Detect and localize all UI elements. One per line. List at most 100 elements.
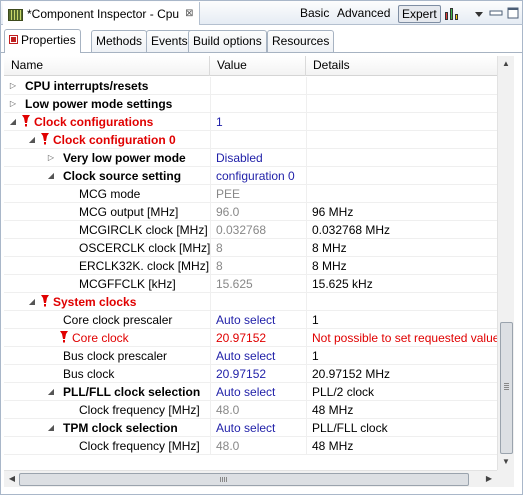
property-name-cell[interactable]: Core clock prescaler xyxy=(4,311,210,328)
tree-row[interactable]: MCGIRCLK clock [MHz] 0.032768 0.032768 MHz xyxy=(4,221,497,239)
vertical-scroll-thumb[interactable] xyxy=(500,322,513,454)
tree-row[interactable]: ◢ System clocks xyxy=(4,293,497,311)
scroll-left-icon[interactable]: ◀ xyxy=(6,473,18,485)
property-name: Bus clock xyxy=(63,367,115,381)
tree-row[interactable]: Clock frequency [MHz] 48.0 48 MHz xyxy=(4,437,497,455)
property-name-cell[interactable]: MCGFFCLK [kHz] xyxy=(4,275,210,292)
property-value[interactable]: 1 xyxy=(210,113,306,130)
bar-chart-icon[interactable] xyxy=(444,5,462,21)
property-name-cell[interactable]: Bus clock xyxy=(4,365,210,382)
property-name-cell[interactable]: Clock frequency [MHz] xyxy=(4,437,210,454)
vertical-scrollbar[interactable]: ▲ ▼ xyxy=(497,56,514,470)
property-name-cell[interactable]: MCGIRCLK clock [MHz] xyxy=(4,221,210,238)
tab-methods[interactable]: Methods xyxy=(91,30,148,52)
mode-basic-button[interactable]: Basic xyxy=(297,5,332,23)
collapsed-arrow-icon[interactable]: ▷ xyxy=(46,149,56,166)
property-value[interactable]: 20.97152 xyxy=(210,365,306,382)
expanded-arrow-icon[interactable]: ◢ xyxy=(8,113,18,130)
property-value[interactable]: Auto select xyxy=(210,311,306,328)
property-name: MCGIRCLK clock [MHz] xyxy=(79,223,208,237)
property-name-cell[interactable]: Core clock xyxy=(4,329,210,346)
tab-build-options[interactable]: Build options xyxy=(188,30,267,52)
horizontal-scrollbar[interactable]: ◀ ▶ xyxy=(4,470,497,487)
property-name-cell[interactable]: ▷ Low power mode settings xyxy=(4,95,210,112)
property-name: MCG mode xyxy=(79,187,141,201)
property-name-cell[interactable]: Bus clock prescaler xyxy=(4,347,210,364)
expanded-arrow-icon[interactable]: ◢ xyxy=(27,131,37,148)
tree-row[interactable]: OSCERCLK clock [MHz] 8 8 MHz xyxy=(4,239,497,257)
property-value[interactable] xyxy=(210,131,306,148)
tree-row[interactable]: Clock frequency [MHz] 48.0 48 MHz xyxy=(4,401,497,419)
tree-row[interactable]: ◢ PLL/FLL clock selection Auto select PLL/2… xyxy=(4,383,497,401)
maximize-icon[interactable] xyxy=(507,7,519,19)
tree-row[interactable]: ◢ TPM clock selection Auto select PLL/FLL c… xyxy=(4,419,497,437)
view-title: *Component Inspector - Cpu xyxy=(27,6,180,21)
tree-row[interactable]: ◢ Clock configurations 1 xyxy=(4,113,497,131)
column-header-details[interactable]: Details xyxy=(306,56,497,76)
column-header-name[interactable]: Name xyxy=(4,56,210,76)
tab-properties[interactable]: Properties xyxy=(4,29,81,53)
property-name-cell[interactable]: ▷ Very low power mode xyxy=(4,149,210,166)
tree-row[interactable]: Core clock prescaler Auto select 1 xyxy=(4,311,497,329)
mode-expert-button[interactable]: Expert xyxy=(398,5,441,23)
tab-events[interactable]: Events xyxy=(146,30,193,52)
tree-row[interactable]: ◢ Clock source setting configuration 0 xyxy=(4,167,497,185)
mode-advanced-button[interactable]: Advanced xyxy=(334,5,393,23)
property-value[interactable]: Auto select xyxy=(210,347,306,364)
property-name-cell[interactable]: ◢ Clock configurations xyxy=(4,113,210,130)
view-menu-icon[interactable] xyxy=(474,8,484,20)
property-value[interactable] xyxy=(210,77,306,94)
expanded-arrow-icon[interactable]: ◢ xyxy=(27,293,37,310)
tree-row[interactable]: ◢ Clock configuration 0 xyxy=(4,131,497,149)
tree-row[interactable]: Bus clock 20.97152 20.97152 MHz xyxy=(4,365,497,383)
tab-label: Build options xyxy=(193,34,262,48)
scroll-up-icon[interactable]: ▲ xyxy=(500,58,512,70)
property-name: ERCLK32K. clock [MHz] xyxy=(79,259,210,273)
view-tab-component-inspector[interactable]: *Component Inspector - Cpu ⊠ xyxy=(3,2,201,25)
property-details: 0.032768 MHz xyxy=(306,221,497,238)
property-value[interactable]: configuration 0 xyxy=(210,167,306,184)
column-header-value[interactable]: Value xyxy=(210,56,306,76)
property-value[interactable] xyxy=(210,293,306,310)
tree-row[interactable]: ERCLK32K. clock [MHz] 8 8 MHz xyxy=(4,257,497,275)
property-value[interactable]: Disabled xyxy=(210,149,306,166)
expanded-arrow-icon[interactable]: ◢ xyxy=(46,167,56,184)
property-name: Bus clock prescaler xyxy=(63,349,168,363)
horizontal-scroll-thumb[interactable] xyxy=(19,473,469,486)
tree-row[interactable]: ▷ Low power mode settings xyxy=(4,95,497,113)
property-value[interactable] xyxy=(210,95,306,112)
property-name-cell[interactable]: MCG mode xyxy=(4,185,210,202)
property-value[interactable]: Auto select xyxy=(210,419,306,436)
minimize-icon[interactable] xyxy=(489,7,503,19)
tab-resources[interactable]: Resources xyxy=(267,30,335,52)
property-name-cell[interactable]: ◢ System clocks xyxy=(4,293,210,310)
collapsed-arrow-icon[interactable]: ▷ xyxy=(8,95,18,112)
collapsed-arrow-icon[interactable]: ▷ xyxy=(8,77,18,94)
property-name-cell[interactable]: ▷ CPU interrupts/resets xyxy=(4,77,210,94)
property-name-cell[interactable]: MCG output [MHz] xyxy=(4,203,210,220)
property-name-cell[interactable]: ◢ Clock configuration 0 xyxy=(4,131,210,148)
expanded-arrow-icon[interactable]: ◢ xyxy=(46,419,56,436)
property-name-cell[interactable]: ◢ PLL/FLL clock selection xyxy=(4,383,210,400)
tree-row[interactable]: Core clock 20.97152 Not possible to set re… xyxy=(4,329,497,347)
property-name-cell[interactable]: ERCLK32K. clock [MHz] xyxy=(4,257,210,274)
tree-row[interactable]: ▷ CPU interrupts/resets xyxy=(4,77,497,95)
scroll-down-icon[interactable]: ▼ xyxy=(500,456,512,468)
property-name-cell[interactable]: ◢ Clock source setting xyxy=(4,167,210,184)
properties-icon xyxy=(9,35,18,44)
property-value: 48.0 xyxy=(210,437,306,454)
close-icon[interactable]: ⊠ xyxy=(185,8,193,19)
property-name-cell[interactable]: ◢ TPM clock selection xyxy=(4,419,210,436)
tree-row[interactable]: MCG mode PEE xyxy=(4,185,497,203)
property-name-cell[interactable]: OSCERCLK clock [MHz] xyxy=(4,239,210,256)
scroll-right-icon[interactable]: ▶ xyxy=(483,473,495,485)
property-value[interactable]: Auto select xyxy=(210,383,306,400)
expanded-arrow-icon[interactable]: ◢ xyxy=(46,383,56,400)
property-value: 48.0 xyxy=(210,401,306,418)
tree-row[interactable]: Bus clock prescaler Auto select 1 xyxy=(4,347,497,365)
tree-row[interactable]: ▷ Very low power mode Disabled xyxy=(4,149,497,167)
property-value[interactable]: 20.97152 xyxy=(210,329,306,346)
property-name-cell[interactable]: Clock frequency [MHz] xyxy=(4,401,210,418)
tree-row[interactable]: MCGFFCLK [kHz] 15.625 15.625 kHz xyxy=(4,275,497,293)
tree-row[interactable]: MCG output [MHz] 96.0 96 MHz xyxy=(4,203,497,221)
